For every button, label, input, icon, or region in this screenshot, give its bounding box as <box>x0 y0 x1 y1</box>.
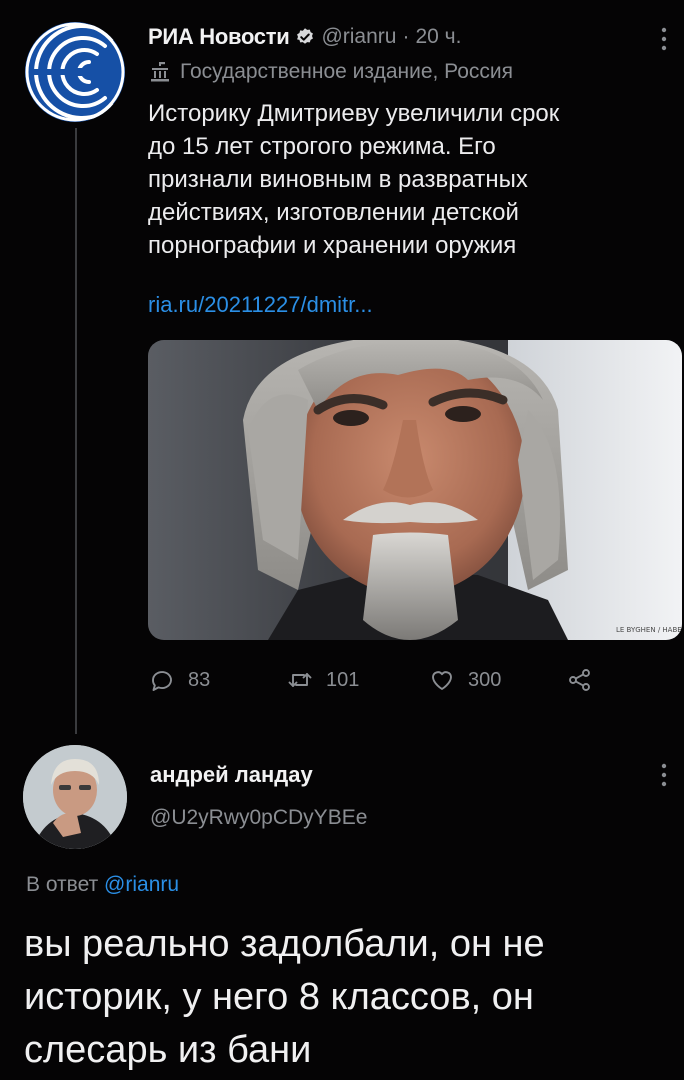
state-media-label[interactable]: Государственное издание, Россия <box>148 57 513 87</box>
tweet-body: Историку Дмитриеву увеличили срок до 15 … <box>148 97 668 262</box>
tweet-text-line: порнографии и хранении оружия <box>148 232 517 259</box>
reply-author-handle[interactable]: @U2yRwy0pCDyYBEe <box>150 806 367 830</box>
more-vertical-icon[interactable] <box>654 24 674 54</box>
tweet-header: РИА Новости @rianru · 20 ч. <box>148 22 461 52</box>
reply-count: 83 <box>188 668 211 691</box>
share-icon <box>569 669 590 691</box>
reply-icon <box>152 671 172 691</box>
more-vertical-icon[interactable] <box>654 760 674 790</box>
avatar-photo <box>23 745 127 849</box>
tweet-timestamp[interactable]: 20 ч. <box>415 25 461 49</box>
thread-connector-line <box>75 128 77 734</box>
ria-avatar[interactable] <box>25 22 125 122</box>
reply-author-name[interactable]: андрей ландау <box>150 762 313 788</box>
share-button[interactable] <box>566 662 594 698</box>
like-count: 300 <box>468 668 502 691</box>
like-button[interactable]: 300 <box>428 662 501 698</box>
separator-dot: · <box>402 25 410 48</box>
reply-text-line: историк, у него 8 классов, он <box>24 976 534 1018</box>
tweet-text-line: действиях, изготовлении детской <box>148 199 519 226</box>
media-watermark: LE BYGHEN / HABEMUS <box>616 626 682 634</box>
author-handle[interactable]: @rianru <box>321 25 396 49</box>
replying-to: В ответ @rianru <box>26 873 179 897</box>
ria-logo-icon <box>25 22 125 122</box>
replying-to-mention[interactable]: @rianru <box>104 873 179 896</box>
reply-text-line: вы реально задолбали, он не <box>24 923 545 965</box>
tweet-text-line: Историку Дмитриеву увеличили срок <box>148 100 560 127</box>
reply-button[interactable]: 83 <box>148 662 210 698</box>
retweet-button[interactable]: 101 <box>286 662 359 698</box>
heart-icon <box>432 671 452 690</box>
tweet-media-photo[interactable]: LE BYGHEN / HABEMUS <box>148 340 682 640</box>
portrait-photo: LE BYGHEN / HABEMUS <box>148 340 682 640</box>
author-name[interactable]: РИА Новости <box>148 24 290 50</box>
tweet-link[interactable]: ria.ru/20211227/dmitr... <box>148 292 373 318</box>
retweet-icon <box>288 673 312 687</box>
reply-author-avatar[interactable] <box>23 745 127 849</box>
state-media-label-text: Государственное издание, Россия <box>180 60 514 83</box>
verified-badge-icon <box>297 28 314 44</box>
replying-to-prefix: В ответ <box>26 873 99 896</box>
tweet-text-line: до 15 лет строгого режима. Его <box>148 133 496 160</box>
retweet-count: 101 <box>326 668 360 691</box>
tweet-text-line: признали виновным в развратных <box>148 166 528 193</box>
reply-body: вы реально задолбали, он не историк, у н… <box>24 918 674 1077</box>
government-building-icon <box>151 62 169 82</box>
reply-text-line: слесарь из бани <box>24 1029 312 1071</box>
